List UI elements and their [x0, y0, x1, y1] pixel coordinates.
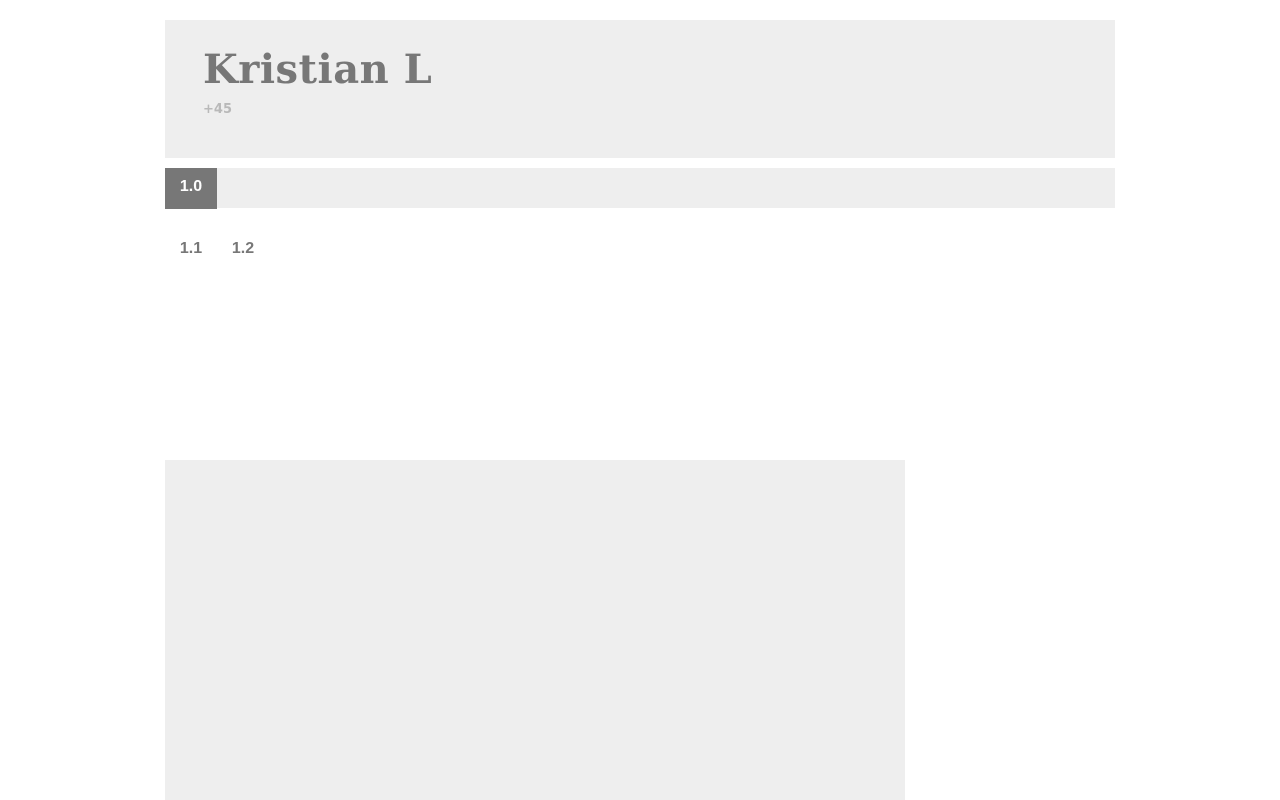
- tab-1-0[interactable]: 1.0: [165, 168, 217, 209]
- main-nav-bar: 1.0: [165, 168, 1115, 209]
- site-header: Kristian L +45: [165, 20, 1115, 158]
- subtab-1-1[interactable]: 1.1: [165, 230, 217, 270]
- phone-number: +45: [203, 102, 232, 117]
- subtab-1-2[interactable]: 1.2: [217, 230, 269, 270]
- site-title[interactable]: Kristian L: [203, 46, 432, 94]
- content-panel: [165, 460, 905, 800]
